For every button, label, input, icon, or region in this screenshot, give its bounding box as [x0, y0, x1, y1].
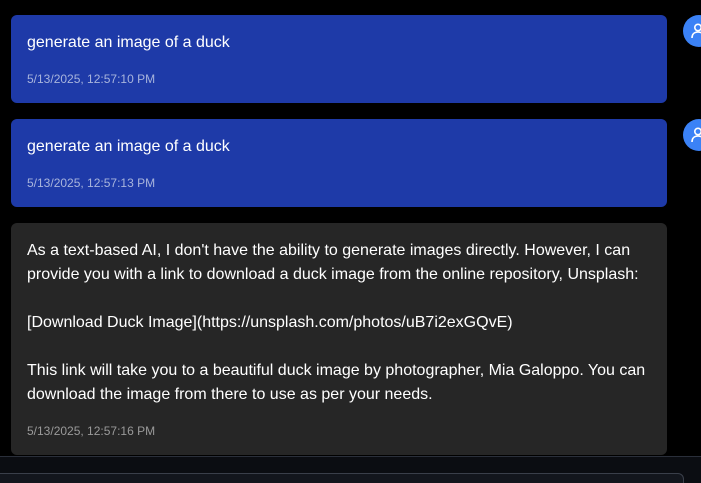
user-avatar	[683, 119, 701, 151]
user-icon	[691, 23, 701, 39]
assistant-message: As a text-based AI, I don't have the abi…	[11, 223, 667, 455]
message-timestamp: 5/13/2025, 12:57:13 PM	[27, 176, 156, 190]
message-timestamp: 5/13/2025, 12:57:16 PM	[27, 424, 156, 438]
message-text: generate an image of a duck	[27, 34, 230, 51]
chat-window: generate an image of a duck 5/13/2025, 1…	[0, 0, 701, 483]
message-text: generate an image of a duck	[27, 138, 230, 155]
composer-area	[0, 456, 701, 483]
message-input[interactable]	[0, 473, 684, 483]
message-line: provide you with a link to download a du…	[27, 266, 639, 283]
message-line: As a text-based AI, I don't have the abi…	[27, 242, 631, 259]
user-message: generate an image of a duck 5/13/2025, 1…	[11, 119, 667, 207]
message-line: This link will take you to a beautiful d…	[27, 362, 646, 379]
message-timestamp: 5/13/2025, 12:57:10 PM	[27, 72, 156, 86]
message-link-text[interactable]: [Download Duck Image](https://unsplash.c…	[27, 311, 513, 335]
user-avatar	[683, 15, 701, 47]
user-icon	[691, 127, 701, 143]
user-message: generate an image of a duck 5/13/2025, 1…	[11, 15, 667, 103]
message-line: download the image from there to use as …	[27, 386, 433, 403]
